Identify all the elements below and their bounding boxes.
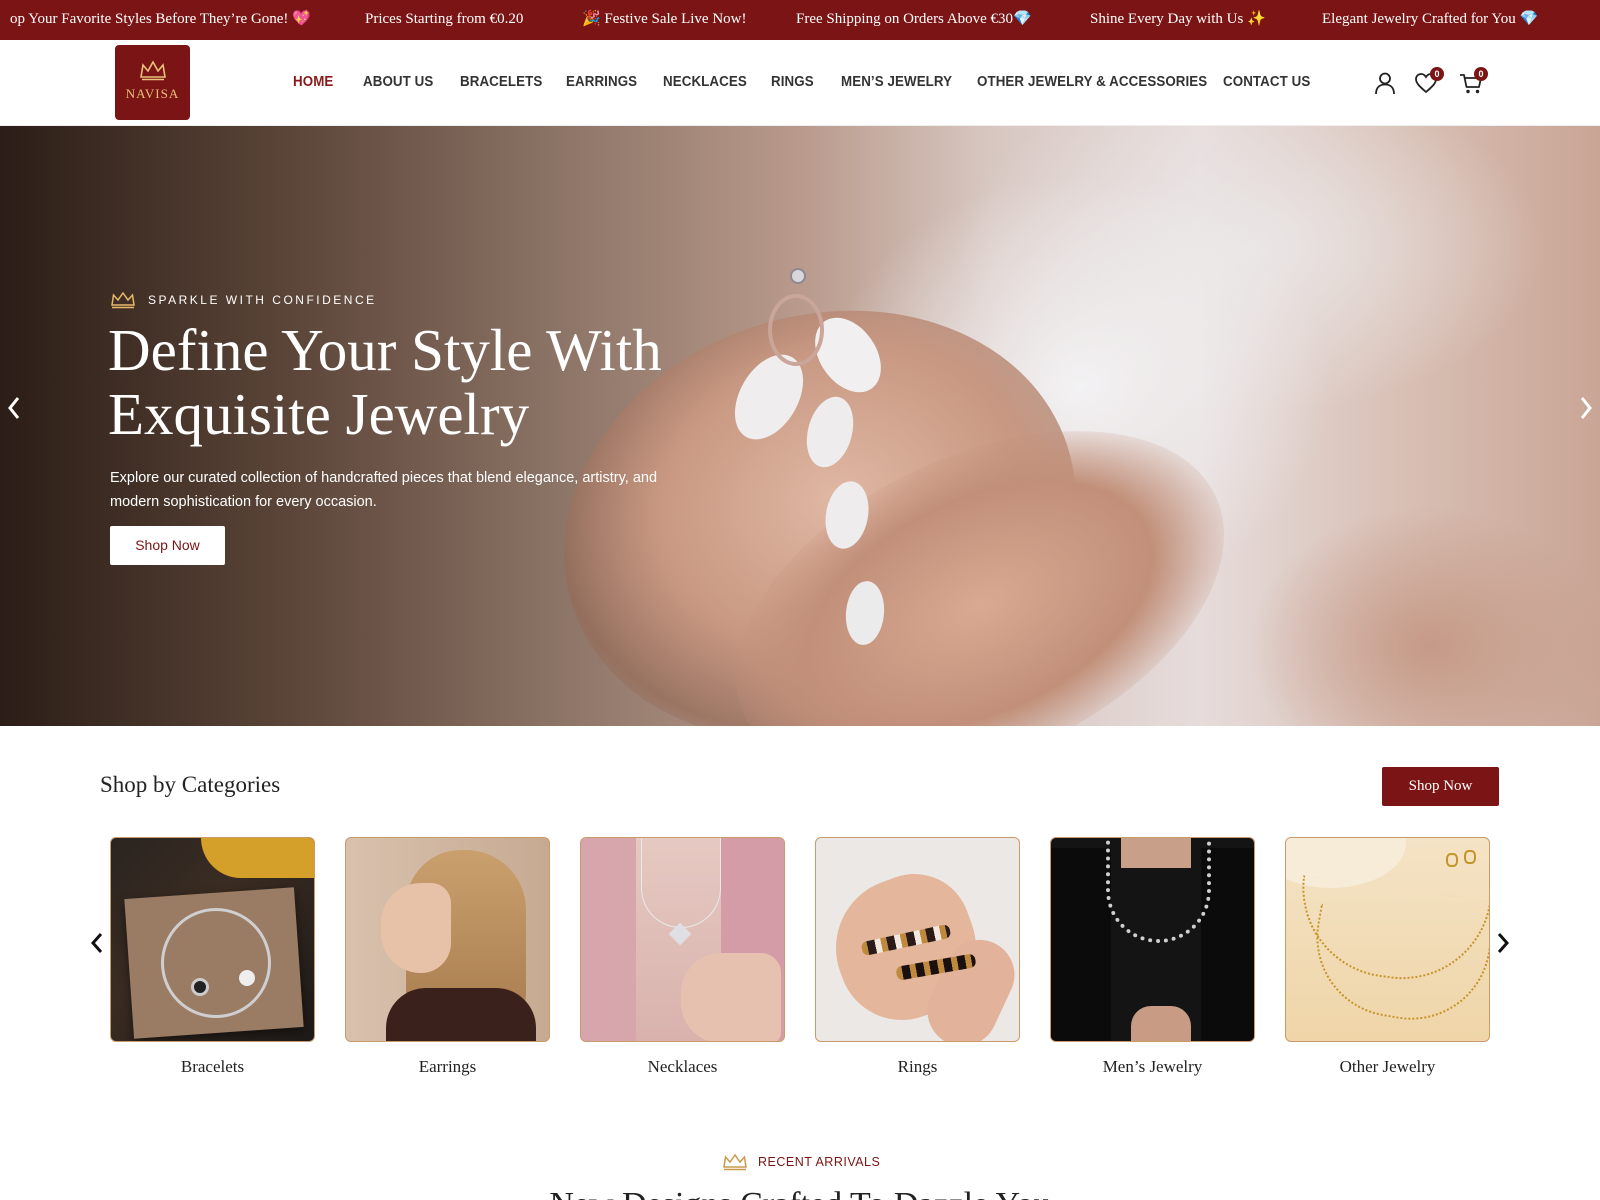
announcement-bar: op Your Favorite Styles Before They’re G…	[0, 0, 1600, 40]
categories-shop-now-button[interactable]: Shop Now	[1382, 767, 1499, 806]
hero-eyebrow: SPARKLE WITH CONFIDENCE	[110, 291, 377, 309]
category-label-bracelets[interactable]: Bracelets	[110, 1057, 315, 1077]
hero-title: Define Your Style With Exquisite Jewelry	[108, 317, 662, 447]
nav-mens-jewelry[interactable]: MEN’S JEWELRY	[841, 74, 952, 90]
nav-contact-us[interactable]: CONTACT US	[1223, 74, 1310, 90]
nav-bracelets[interactable]: BRACELETS	[460, 74, 542, 90]
hero-ring	[768, 294, 824, 366]
card-image-charm	[1464, 850, 1476, 864]
nav-earrings[interactable]: EARRINGS	[566, 74, 637, 90]
announcement-item: op Your Favorite Styles Before They’re G…	[10, 11, 311, 27]
category-label-earrings[interactable]: Earrings	[345, 1057, 550, 1077]
chevron-right-icon[interactable]	[1496, 932, 1510, 954]
card-image-charm	[1446, 853, 1458, 867]
category-label-rings[interactable]: Rings	[815, 1057, 1020, 1077]
card-image-face	[381, 883, 451, 973]
chevron-left-icon[interactable]	[90, 932, 104, 954]
chevron-right-icon[interactable]	[1578, 394, 1594, 422]
logo-text: NAVISA	[125, 86, 180, 101]
crown-icon	[723, 1153, 747, 1171]
card-image-jacket	[1051, 848, 1111, 1041]
recent-eyebrow-text: RECENT ARRIVALS	[758, 1155, 881, 1169]
hero-subtitle: Explore our curated collection of handcr…	[110, 470, 658, 510]
category-card-mens-jewelry[interactable]	[1050, 837, 1255, 1042]
announcement-item: Free Shipping on Orders Above €30💎	[796, 11, 1032, 27]
card-image-charm	[239, 970, 255, 986]
announcement-item: Prices Starting from €0.20	[365, 11, 524, 27]
card-image-charm	[191, 978, 209, 996]
announcement-item: Elegant Jewelry Crafted for You 💎	[1322, 11, 1539, 27]
category-card-rings[interactable]	[815, 837, 1020, 1042]
category-card-bracelets[interactable]	[110, 837, 315, 1042]
user-icon[interactable]	[1372, 70, 1398, 96]
category-label-necklaces[interactable]: Necklaces	[580, 1057, 785, 1077]
card-image-bracelet	[161, 908, 271, 1018]
category-card-necklaces[interactable]	[580, 837, 785, 1042]
category-label-mens-jewelry[interactable]: Men’s Jewelry	[1050, 1057, 1255, 1077]
crown-icon	[140, 60, 166, 81]
hero-ring-stone	[790, 268, 806, 284]
wishlist-count-badge: 0	[1430, 67, 1444, 81]
recent-eyebrow: RECENT ARRIVALS	[722, 1153, 880, 1171]
site-header: NAVISA HOME ABOUT US BRACELETS EARRINGS …	[0, 40, 1600, 126]
card-image-shirt	[581, 838, 636, 1041]
category-card-earrings[interactable]	[345, 837, 550, 1042]
announcement-item: 🎉 Festive Sale Live Now!	[582, 11, 747, 27]
nav-necklaces[interactable]: NECKLACES	[663, 74, 747, 90]
card-image-chain	[1106, 838, 1211, 943]
hero-eyebrow-text: SPARKLE WITH CONFIDENCE	[148, 293, 377, 307]
recent-title: New Designs Crafted To Dazzle You	[0, 1186, 1600, 1200]
nav-other-jewelry[interactable]: OTHER JEWELRY & ACCESSORIES	[977, 74, 1207, 90]
cart-count-badge: 0	[1474, 67, 1488, 81]
card-image-hand	[681, 953, 781, 1041]
card-image-chain	[641, 838, 721, 928]
nav-rings[interactable]: RINGS	[771, 74, 814, 90]
category-label-other-jewelry[interactable]: Other Jewelry	[1285, 1057, 1490, 1077]
category-card-other-jewelry[interactable]	[1285, 837, 1490, 1042]
card-image-hand	[1131, 1006, 1191, 1041]
hero-shop-now-button[interactable]: Shop Now	[110, 526, 225, 565]
card-image-accent	[201, 838, 314, 878]
announcement-item: Shine Every Day with Us ✨	[1090, 11, 1266, 27]
chevron-left-icon[interactable]	[6, 394, 22, 422]
hero-banner: SPARKLE WITH CONFIDENCE Define Your Styl…	[0, 126, 1600, 726]
categories-heading: Shop by Categories	[100, 772, 281, 797]
crown-icon	[111, 291, 135, 309]
nav-home[interactable]: HOME	[293, 74, 333, 90]
card-image-top	[386, 988, 536, 1041]
nav-about-us[interactable]: ABOUT US	[363, 74, 433, 90]
logo[interactable]: NAVISA	[115, 45, 190, 120]
